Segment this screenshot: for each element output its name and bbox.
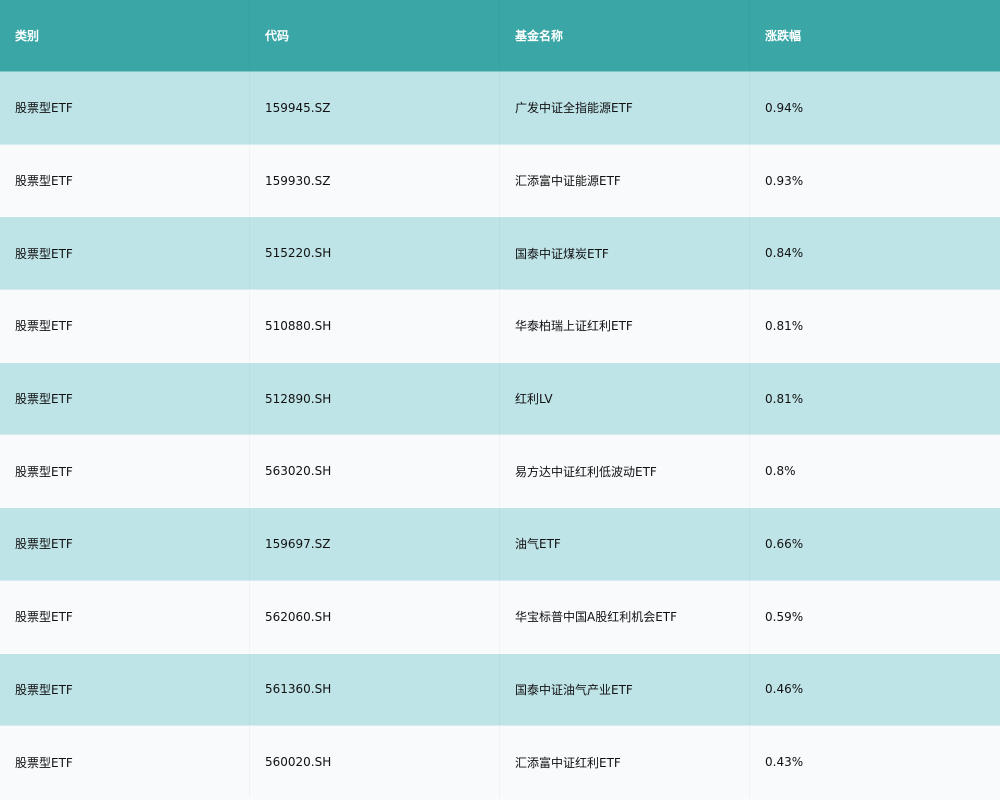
- code-cell: 563020.SH: [250, 435, 500, 507]
- category-cell: 股票型ETF: [0, 72, 250, 144]
- code-cell: 515220.SH: [250, 217, 500, 289]
- code-cell: 562060.SH: [250, 581, 500, 653]
- change-cell: 0.81%: [765, 391, 804, 406]
- fund-name-cell: 华泰柏瑞上证红利ETF: [500, 290, 750, 362]
- change-cell: 0.81%: [765, 318, 804, 333]
- table-row: 股票型ETF 562060.SH 华宝标普中国A股红利机会ETF 0.59%: [0, 580, 1000, 654]
- table-row: 股票型ETF 510880.SH 华泰柏瑞上证红利ETF 0.81%: [0, 290, 1000, 363]
- code-cell: 560020.SH: [250, 726, 500, 798]
- table-row: 股票型ETF 512890.SH 红利LV 0.81%: [0, 362, 1000, 436]
- category-cell: 股票型ETF: [0, 508, 250, 580]
- fund-name-cell: 国泰中证油气产业ETF: [500, 654, 750, 726]
- code-cell: 159930.SZ: [250, 145, 500, 217]
- category-cell: 股票型ETF: [0, 726, 250, 798]
- change-cell: 0.46%: [765, 682, 804, 697]
- code-cell: 159945.SZ: [250, 72, 500, 144]
- change-cell: 0.93%: [765, 173, 804, 188]
- etf-performance-table: 类别 代码 基金名称 涨跌幅 股票型ETF 159945.SZ 广发中证全指能源…: [0, 0, 1000, 800]
- table-row: 股票型ETF 515220.SH 国泰中证煤炭ETF 0.84%: [0, 217, 1000, 291]
- fund-name-cell: 广发中证全指能源ETF: [500, 72, 750, 144]
- code-cell: 510880.SH: [250, 290, 500, 362]
- table-row: 股票型ETF 560020.SH 汇添富中证红利ETF 0.43%: [0, 726, 1000, 799]
- fund-name-cell: 汇添富中证红利ETF: [500, 726, 750, 798]
- code-cell: 159697.SZ: [250, 508, 500, 580]
- change-cell: 0.94%: [765, 100, 804, 115]
- change-cell: 0.43%: [765, 755, 804, 770]
- change-cell: 0.59%: [765, 609, 804, 624]
- category-cell: 股票型ETF: [0, 435, 250, 507]
- code-cell: 561360.SH: [250, 654, 500, 726]
- column-header-category: 类别: [0, 0, 250, 71]
- change-cell: 0.66%: [765, 536, 804, 551]
- column-header-fund-name: 基金名称: [500, 0, 750, 71]
- fund-name-cell: 国泰中证煤炭ETF: [500, 217, 750, 289]
- fund-name-cell: 易方达中证红利低波动ETF: [500, 435, 750, 507]
- category-cell: 股票型ETF: [0, 363, 250, 435]
- change-cell: 0.8%: [765, 464, 796, 479]
- table-row: 股票型ETF 563020.SH 易方达中证红利低波动ETF 0.8%: [0, 435, 1000, 509]
- change-cell: 0.84%: [765, 246, 804, 261]
- column-header-change: 涨跌幅: [765, 29, 802, 43]
- category-cell: 股票型ETF: [0, 145, 250, 217]
- category-cell: 股票型ETF: [0, 290, 250, 362]
- table-row: 股票型ETF 159697.SZ 油气ETF 0.66%: [0, 508, 1000, 581]
- column-header-code: 代码: [250, 0, 500, 71]
- code-cell: 512890.SH: [250, 363, 500, 435]
- category-cell: 股票型ETF: [0, 654, 250, 726]
- fund-name-cell: 油气ETF: [500, 508, 750, 580]
- table-header-row: 类别 代码 基金名称 涨跌幅: [0, 0, 1000, 72]
- table-row: 股票型ETF 159945.SZ 广发中证全指能源ETF 0.94%: [0, 72, 1000, 145]
- fund-name-cell: 华宝标普中国A股红利机会ETF: [500, 581, 750, 653]
- category-cell: 股票型ETF: [0, 581, 250, 653]
- category-cell: 股票型ETF: [0, 217, 250, 289]
- table-row: 股票型ETF 561360.SH 国泰中证油气产业ETF 0.46%: [0, 653, 1000, 727]
- fund-name-cell: 红利LV: [500, 363, 750, 435]
- fund-name-cell: 汇添富中证能源ETF: [500, 145, 750, 217]
- table-row: 股票型ETF 159930.SZ 汇添富中证能源ETF 0.93%: [0, 144, 1000, 218]
